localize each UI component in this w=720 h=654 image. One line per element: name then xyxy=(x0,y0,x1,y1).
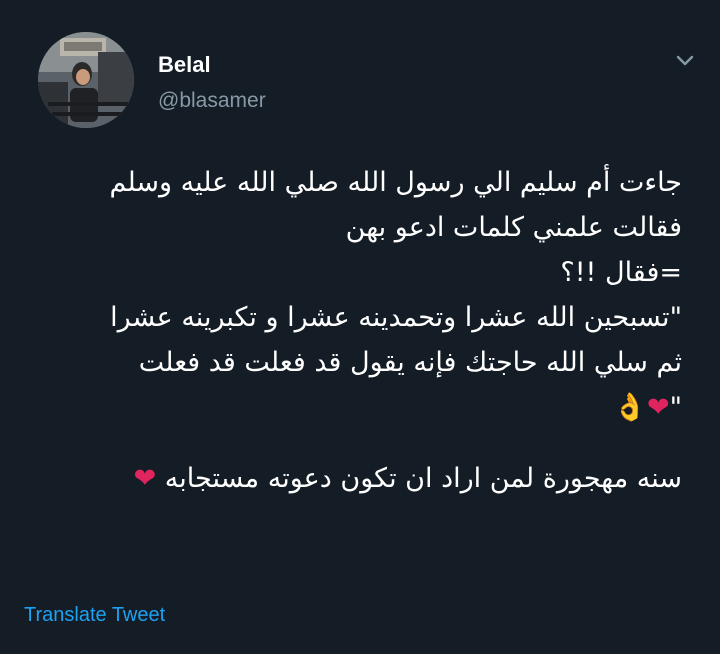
tweet-line: =فقال !!؟ xyxy=(560,257,682,288)
tweet-line: جاءت أم سليم الي رسول الله صلي الله عليه… xyxy=(109,167,682,198)
avatar[interactable] xyxy=(38,32,134,128)
tweet-line-emoji: "❤👌 xyxy=(22,385,682,430)
tweet-text: جاءت أم سليم الي رسول الله صلي الله عليه… xyxy=(22,160,682,501)
tweet-line: سنه مهجورة لمن اراد ان تكون دعوته مستجاب… xyxy=(164,463,682,494)
heart-icon: ❤ xyxy=(646,392,670,423)
tweet-card: Belal @blasamer جاءت أم سليم الي رسول ال… xyxy=(0,0,720,654)
quote-mark: " xyxy=(669,392,682,423)
tweet-line-final: سنه مهجورة لمن اراد ان تكون دعوته مستجاب… xyxy=(22,456,682,501)
tweet-line: فقالت علمني كلمات ادعو بهن xyxy=(345,212,682,243)
profile-photo-icon xyxy=(38,32,134,128)
chevron-down-icon[interactable] xyxy=(672,48,698,74)
translate-tweet-link[interactable]: Translate Tweet xyxy=(24,602,165,628)
tweet-line: ثم سلي الله حاجتك فإنه يقول قد فعلت قد ف… xyxy=(138,347,682,378)
user-name[interactable]: Belal xyxy=(158,52,211,78)
tweet-line: "تسبحين الله عشرا وتحمدينه عشرا و تكبرين… xyxy=(110,302,682,333)
user-handle[interactable]: @blasamer xyxy=(158,88,266,114)
ok-hand-icon: 👌 xyxy=(613,392,647,423)
heart-icon: ❤ xyxy=(133,463,157,494)
